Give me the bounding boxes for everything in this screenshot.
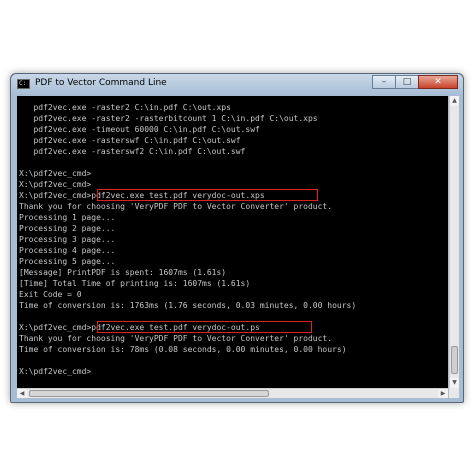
horizontal-scrollbar[interactable]: ◀ ▶ — [17, 388, 448, 398]
console-line: pdf2vec.exe -timeout 60000 C:\in.pdf C:\… — [19, 125, 260, 134]
vertical-scrollbar[interactable]: ▲ ▼ — [449, 96, 459, 388]
console-line: Processing 3 page... — [19, 235, 116, 244]
window-title: PDF to Vector Command Line — [35, 78, 167, 88]
console-line: pdf2vec.exe -raster2 C:\in.pdf C:\out.xp… — [19, 103, 231, 112]
horizontal-scroll-thumb[interactable] — [29, 390, 269, 397]
console-icon: C: — [17, 79, 30, 89]
console-line: X:\pdf2vec_cmd> — [19, 367, 92, 376]
vertical-scroll-thumb[interactable] — [451, 346, 458, 374]
console-line: Thank you for choosing 'VeryPDF PDF to V… — [19, 202, 333, 211]
console-line: Processing 2 page... — [19, 224, 116, 233]
title-bar[interactable]: C: PDF to Vector Command Line – □ ✕ — [11, 74, 463, 94]
console-line: pdf2vec.exe -rasterswf2 C:\in.pdf C:\out… — [19, 147, 246, 156]
command-highlight-xps — [97, 189, 318, 201]
console-output[interactable]: pdf2vec.exe -raster2 C:\in.pdf C:\out.xp… — [17, 96, 448, 388]
console-line: X:\pdf2vec_cmd> — [19, 180, 92, 189]
console-line: Time of conversion is: 78ms (0.08 second… — [19, 345, 347, 354]
console-line: pdf2vec.exe -raster2 -rasterbitcount 1 C… — [19, 114, 318, 123]
console-line: [Time] Total Time of printing is: 1607ms… — [19, 279, 251, 288]
console-line: Exit Code = 0 — [19, 290, 82, 299]
console-line: Processing 1 page... — [19, 213, 116, 222]
console-line: pdf2vec.exe -rasterswf C:\in.pdf C:\out.… — [19, 136, 241, 145]
window-controls: – □ ✕ — [372, 75, 458, 91]
close-button[interactable]: ✕ — [418, 75, 458, 89]
console-line: Time of conversion is: 1763ms (1.76 seco… — [19, 301, 357, 310]
console-line: Processing 4 page... — [19, 246, 116, 255]
maximize-button[interactable]: □ — [395, 75, 419, 89]
command-highlight-ps — [97, 321, 312, 333]
console-line: Processing 5 page... — [19, 257, 116, 266]
scroll-up-icon[interactable]: ▲ — [450, 96, 459, 106]
scroll-left-icon[interactable]: ◀ — [17, 389, 27, 398]
console-line: [Message] PrintPDF is spent: 1607ms (1.6… — [19, 268, 227, 277]
scroll-right-icon[interactable]: ▶ — [438, 389, 448, 398]
console-line: X:\pdf2vec_cmd> — [19, 169, 92, 178]
console-window: C: PDF to Vector Command Line – □ ✕ pdf2… — [10, 73, 464, 403]
minimize-button[interactable]: – — [372, 75, 396, 89]
resize-grip-icon[interactable] — [449, 388, 459, 398]
scroll-down-icon[interactable]: ▼ — [450, 378, 459, 388]
console-line: Thank you for choosing 'VeryPDF PDF to V… — [19, 334, 333, 343]
